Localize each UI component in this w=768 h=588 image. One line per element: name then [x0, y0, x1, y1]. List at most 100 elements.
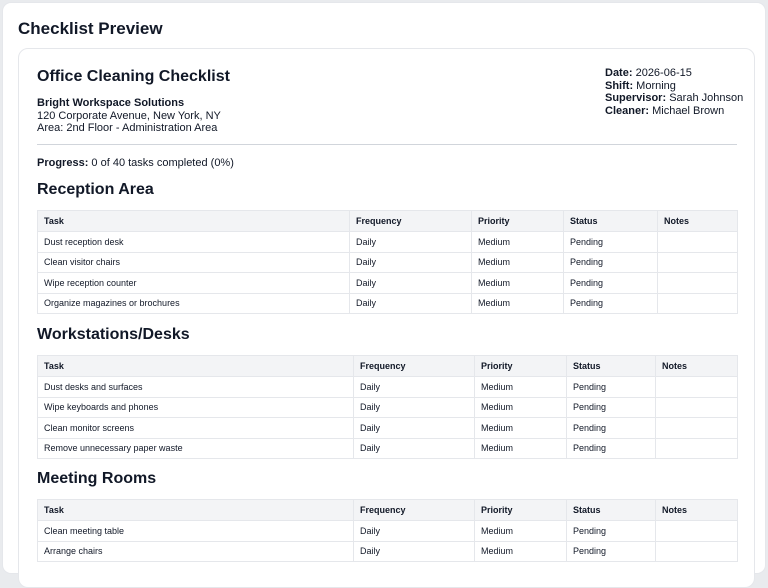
task-cell: Wipe keyboards and phones: [37, 396, 354, 418]
frequency-cell: Daily: [353, 376, 475, 398]
table-row: Dust reception desk Daily Medium Pending: [37, 231, 738, 253]
status-cell: Pending: [566, 396, 656, 418]
checklist-meta: Date: 2026-06-15 Shift: Morning Supervis…: [605, 67, 743, 117]
priority-cell: Medium: [471, 251, 564, 273]
column-header-status: Status: [563, 210, 658, 232]
priority-cell: Medium: [471, 292, 564, 314]
column-header-task: Task: [37, 499, 354, 521]
company-name: Bright Workspace Solutions: [37, 97, 185, 109]
preview-panel: Checklist Preview Office Cleaning Checkl…: [3, 3, 765, 588]
supervisor-row: Supervisor: Sarah Johnson: [605, 92, 743, 105]
frequency-cell: Daily: [353, 417, 475, 439]
column-header-priority: Priority: [471, 210, 564, 232]
header-divider: [37, 144, 737, 145]
column-header-task: Task: [37, 210, 350, 232]
table-row: Wipe keyboards and phones Daily Medium P…: [37, 396, 738, 418]
priority-cell: Medium: [474, 520, 567, 542]
notes-cell[interactable]: [655, 417, 738, 439]
area-label: Area: 2nd Floor - Administration Area: [37, 122, 218, 134]
frequency-cell: Daily: [349, 272, 472, 294]
status-cell: Pending: [563, 292, 658, 314]
task-table-workstations: Task Frequency Priority Status Notes Dus…: [37, 355, 738, 459]
column-header-notes: Notes: [657, 210, 738, 232]
table-header-row: Task Frequency Priority Status Notes: [37, 355, 738, 377]
date-label: Date:: [605, 67, 633, 79]
column-header-notes: Notes: [655, 355, 738, 377]
status-cell: Pending: [566, 417, 656, 439]
task-cell: Arrange chairs: [37, 540, 354, 562]
shift-value: Morning: [636, 79, 676, 92]
column-header-notes: Notes: [655, 499, 738, 521]
cleaner-value: Michael Brown: [652, 104, 725, 117]
notes-cell[interactable]: [657, 251, 738, 273]
notes-cell[interactable]: [655, 540, 738, 562]
status-cell: Pending: [566, 520, 656, 542]
section-title-meeting-rooms: Meeting Rooms: [37, 470, 157, 487]
progress-label: Progress:: [37, 157, 89, 169]
notes-cell[interactable]: [657, 272, 738, 294]
task-cell: Clean meeting table: [37, 520, 354, 542]
column-header-frequency: Frequency: [349, 210, 472, 232]
column-header-task: Task: [37, 355, 354, 377]
priority-cell: Medium: [474, 437, 567, 459]
notes-cell[interactable]: [655, 520, 738, 542]
frequency-cell: Daily: [349, 231, 472, 253]
section-title-workstations: Workstations/Desks: [37, 326, 190, 343]
section-title-reception: Reception Area: [37, 181, 154, 198]
status-cell: Pending: [563, 231, 658, 253]
cleaner-label: Cleaner:: [605, 104, 650, 117]
progress-summary: Progress: 0 of 40 tasks completed (0%): [37, 157, 234, 169]
status-cell: Pending: [566, 376, 656, 398]
task-table-meeting-rooms: Task Frequency Priority Status Notes Cle…: [37, 499, 738, 562]
table-row: Wipe reception counter Daily Medium Pend…: [37, 272, 738, 294]
column-header-priority: Priority: [474, 499, 567, 521]
column-header-status: Status: [566, 355, 656, 377]
task-cell: Dust reception desk: [37, 231, 350, 253]
frequency-cell: Daily: [349, 251, 472, 273]
task-cell: Clean monitor screens: [37, 417, 354, 439]
column-header-priority: Priority: [474, 355, 567, 377]
priority-cell: Medium: [474, 396, 567, 418]
table-row: Clean visitor chairs Daily Medium Pendin…: [37, 251, 738, 273]
column-header-status: Status: [566, 499, 656, 521]
table-header-row: Task Frequency Priority Status Notes: [37, 499, 738, 521]
column-header-frequency: Frequency: [353, 499, 475, 521]
company-address: 120 Corporate Avenue, New York, NY: [37, 109, 221, 122]
supervisor-label: Supervisor:: [605, 92, 667, 104]
frequency-cell: Daily: [353, 437, 475, 459]
cleaner-row: Cleaner: Michael Brown: [605, 105, 743, 118]
table-row: Arrange chairs Daily Medium Pending: [37, 540, 738, 562]
notes-cell[interactable]: [655, 437, 738, 459]
status-cell: Pending: [563, 251, 658, 273]
task-cell: Clean visitor chairs: [37, 251, 350, 273]
priority-cell: Medium: [474, 376, 567, 398]
task-cell: Remove unnecessary paper waste: [37, 437, 354, 459]
task-cell: Organize magazines or brochures: [37, 292, 350, 314]
table-row: Clean meeting table Daily Medium Pending: [37, 520, 738, 542]
frequency-cell: Daily: [349, 292, 472, 314]
frequency-cell: Daily: [353, 540, 475, 562]
priority-cell: Medium: [474, 417, 567, 439]
task-table-reception: Task Frequency Priority Status Notes Dus…: [37, 210, 738, 314]
shift-label: Shift:: [605, 79, 634, 92]
priority-cell: Medium: [471, 231, 564, 253]
table-row: Dust desks and surfaces Daily Medium Pen…: [37, 376, 738, 398]
date-row: Date: 2026-06-15: [605, 67, 743, 80]
date-value: 2026-06-15: [635, 67, 692, 79]
notes-cell[interactable]: [657, 231, 738, 253]
notes-cell[interactable]: [655, 376, 738, 398]
status-cell: Pending: [563, 272, 658, 294]
table-row: Remove unnecessary paper waste Daily Med…: [37, 437, 738, 459]
status-cell: Pending: [566, 540, 656, 562]
notes-cell[interactable]: [657, 292, 738, 314]
column-header-frequency: Frequency: [353, 355, 475, 377]
task-cell: Dust desks and surfaces: [37, 376, 354, 398]
preview-title: Checklist Preview: [18, 19, 163, 38]
supervisor-value: Sarah Johnson: [669, 92, 744, 104]
priority-cell: Medium: [471, 272, 564, 294]
company-info: Bright Workspace Solutions 120 Corporate…: [37, 97, 221, 135]
progress-text: 0 of 40 tasks completed (0%): [91, 157, 234, 169]
notes-cell[interactable]: [655, 396, 738, 418]
status-cell: Pending: [566, 437, 656, 459]
checklist-title: Office Cleaning Checklist: [37, 68, 230, 85]
